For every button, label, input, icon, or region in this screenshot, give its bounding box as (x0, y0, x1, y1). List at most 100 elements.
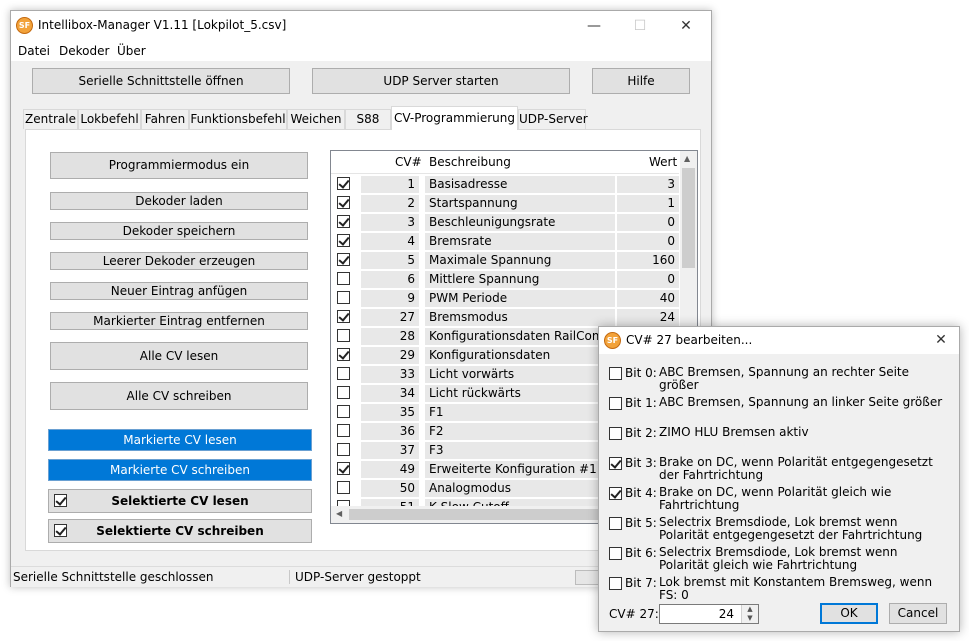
write-all-cv-button[interactable]: Alle CV schreiben (50, 382, 308, 410)
table-row[interactable]: 9 PWM Periode 40 (331, 288, 679, 307)
tab-cv-programmierung[interactable]: CV-Programmierung (391, 106, 518, 130)
cell-description: Maximale Spannung (425, 252, 615, 269)
cell-value[interactable]: 0 (617, 214, 679, 231)
open-serial-button[interactable]: Serielle Schnittstelle öffnen (32, 68, 290, 94)
cv-value-text[interactable]: 24 (719, 607, 734, 621)
menu-ueber[interactable]: Über (117, 44, 146, 58)
window-title: Intellibox-Manager V1.11 [Lokpilot_5.csv… (38, 18, 287, 32)
tab-s88[interactable]: S88 (345, 109, 391, 129)
scroll-left-icon[interactable]: ◀ (336, 509, 342, 518)
spinner-arrows[interactable]: ▲ ▼ (741, 605, 758, 623)
column-header-value[interactable]: Wert (649, 155, 677, 169)
table-row[interactable]: 4 Bremsrate 0 (331, 231, 679, 250)
tab-funktionsbefehl[interactable]: Funktionsbefehl (189, 109, 287, 129)
row-checkbox[interactable] (337, 291, 350, 304)
cell-cv: 29 (361, 347, 419, 364)
tab-lokbefehl[interactable]: Lokbefehl (78, 109, 141, 129)
menu-dekoder[interactable]: Dekoder (59, 44, 109, 58)
table-row[interactable]: 5 Maximale Spannung 160 (331, 250, 679, 269)
table-row[interactable]: 6 Mittlere Spannung 0 (331, 269, 679, 288)
bit-checkbox[interactable] (609, 487, 622, 500)
cv-value-spinner[interactable]: 24 ▲ ▼ (659, 604, 759, 624)
close-button[interactable]: ✕ (923, 327, 959, 354)
row-checkbox[interactable] (337, 310, 350, 323)
cancel-button[interactable]: Cancel (889, 603, 947, 624)
row-checkbox[interactable] (337, 462, 350, 475)
column-header-cv[interactable]: CV# (395, 155, 422, 169)
bit-checkbox[interactable] (609, 457, 622, 470)
cell-value[interactable]: 0 (617, 233, 679, 250)
close-button[interactable]: ✕ (663, 11, 709, 41)
menu-datei[interactable]: Datei (18, 44, 50, 58)
read-marked-cv-button[interactable]: Markierte CV lesen (48, 429, 312, 451)
cell-cv: 36 (361, 423, 419, 440)
table-row[interactable]: 27 Bremsmodus 24 (331, 307, 679, 326)
cv-value-label: CV# 27: (609, 607, 659, 621)
write-marked-cv-button[interactable]: Markierte CV schreiben (48, 459, 312, 481)
cell-value[interactable]: 40 (617, 290, 679, 307)
cell-description: F3 (425, 442, 615, 459)
cell-value[interactable]: 1 (617, 195, 679, 212)
title-bar[interactable]: SF Intellibox-Manager V1.11 [Lokpilot_5.… (11, 11, 711, 41)
cell-value[interactable]: 0 (617, 271, 679, 288)
bit-checkbox[interactable] (609, 577, 622, 590)
table-row[interactable]: 3 Beschleunigungsrate 0 (331, 212, 679, 231)
row-checkbox[interactable] (337, 234, 350, 247)
dialog-title-bar[interactable]: SF CV# 27 bearbeiten... ✕ (599, 327, 959, 354)
row-checkbox[interactable] (337, 386, 350, 399)
tab-zentrale[interactable]: Zentrale (23, 109, 78, 129)
row-checkbox[interactable] (337, 424, 350, 437)
row-checkbox[interactable] (337, 329, 350, 342)
bit-checkbox[interactable] (609, 367, 622, 380)
cell-value[interactable]: 160 (617, 252, 679, 269)
dialog-title: CV# 27 bearbeiten... (626, 333, 753, 347)
cell-description: Beschleunigungsrate (425, 214, 615, 231)
read-all-cv-button[interactable]: Alle CV lesen (50, 342, 308, 370)
row-checkbox[interactable] (337, 253, 350, 266)
row-checkbox[interactable] (337, 215, 350, 228)
maximize-button[interactable]: ☐ (617, 11, 663, 41)
minimize-button[interactable]: — (571, 11, 617, 41)
bit-description: Selectrix Bremsdiode, Lok bremst wenn Po… (659, 515, 923, 542)
tab-udp-server[interactable]: UDP-Server (518, 109, 588, 129)
row-checkbox[interactable] (337, 443, 350, 456)
help-button[interactable]: Hilfe (592, 68, 690, 94)
bit-checkbox[interactable] (609, 517, 622, 530)
ok-button[interactable]: OK (820, 603, 878, 624)
cell-value[interactable]: 3 (617, 176, 679, 193)
table-row[interactable]: 1 Basisadresse 3 (331, 174, 679, 193)
bit-checkbox[interactable] (609, 547, 622, 560)
add-entry-button[interactable]: Neuer Eintrag anfügen (50, 282, 308, 300)
save-decoder-button[interactable]: Dekoder speichern (50, 222, 308, 240)
row-checkbox[interactable] (337, 348, 350, 361)
start-udp-button[interactable]: UDP Server starten (312, 68, 570, 94)
column-header-description[interactable]: Beschreibung (429, 155, 511, 169)
write-selected-cv-button[interactable]: Selektierte CV schreiben (48, 519, 312, 543)
row-checkbox[interactable] (337, 481, 350, 494)
spin-up-icon[interactable]: ▲ (742, 605, 758, 614)
row-checkbox[interactable] (337, 196, 350, 209)
row-checkbox[interactable] (337, 367, 350, 380)
cell-description: Basisadresse (425, 176, 615, 193)
tab-fahren[interactable]: Fahren (141, 109, 189, 129)
scroll-up-icon[interactable]: ▲ (684, 154, 690, 163)
bit-checkbox[interactable] (609, 397, 622, 410)
menu-bar: Datei Dekoder Über (11, 41, 711, 61)
tab-weichen[interactable]: Weichen (287, 109, 345, 129)
programming-mode-button[interactable]: Programmiermodus ein (50, 152, 308, 179)
cell-description: Bremsmodus (425, 309, 615, 326)
table-row[interactable]: 2 Startspannung 1 (331, 193, 679, 212)
spin-down-icon[interactable]: ▼ (742, 614, 758, 623)
cell-value[interactable]: 24 (617, 309, 679, 326)
bit-description: Brake on DC, wenn Polarität gleich wie F… (659, 485, 892, 512)
read-selected-cv-button[interactable]: Selektierte CV lesen (48, 489, 312, 513)
row-checkbox[interactable] (337, 405, 350, 418)
row-checkbox[interactable] (337, 272, 350, 285)
bit-checkbox[interactable] (609, 427, 622, 440)
remove-marked-entry-button[interactable]: Markierter Eintrag entfernen (50, 312, 308, 330)
row-checkbox[interactable] (337, 177, 350, 190)
new-empty-decoder-button[interactable]: Leerer Dekoder erzeugen (50, 252, 308, 270)
scrollbar-thumb[interactable] (682, 168, 695, 268)
cell-description: Analogmodus (425, 480, 615, 497)
load-decoder-button[interactable]: Dekoder laden (50, 192, 308, 210)
